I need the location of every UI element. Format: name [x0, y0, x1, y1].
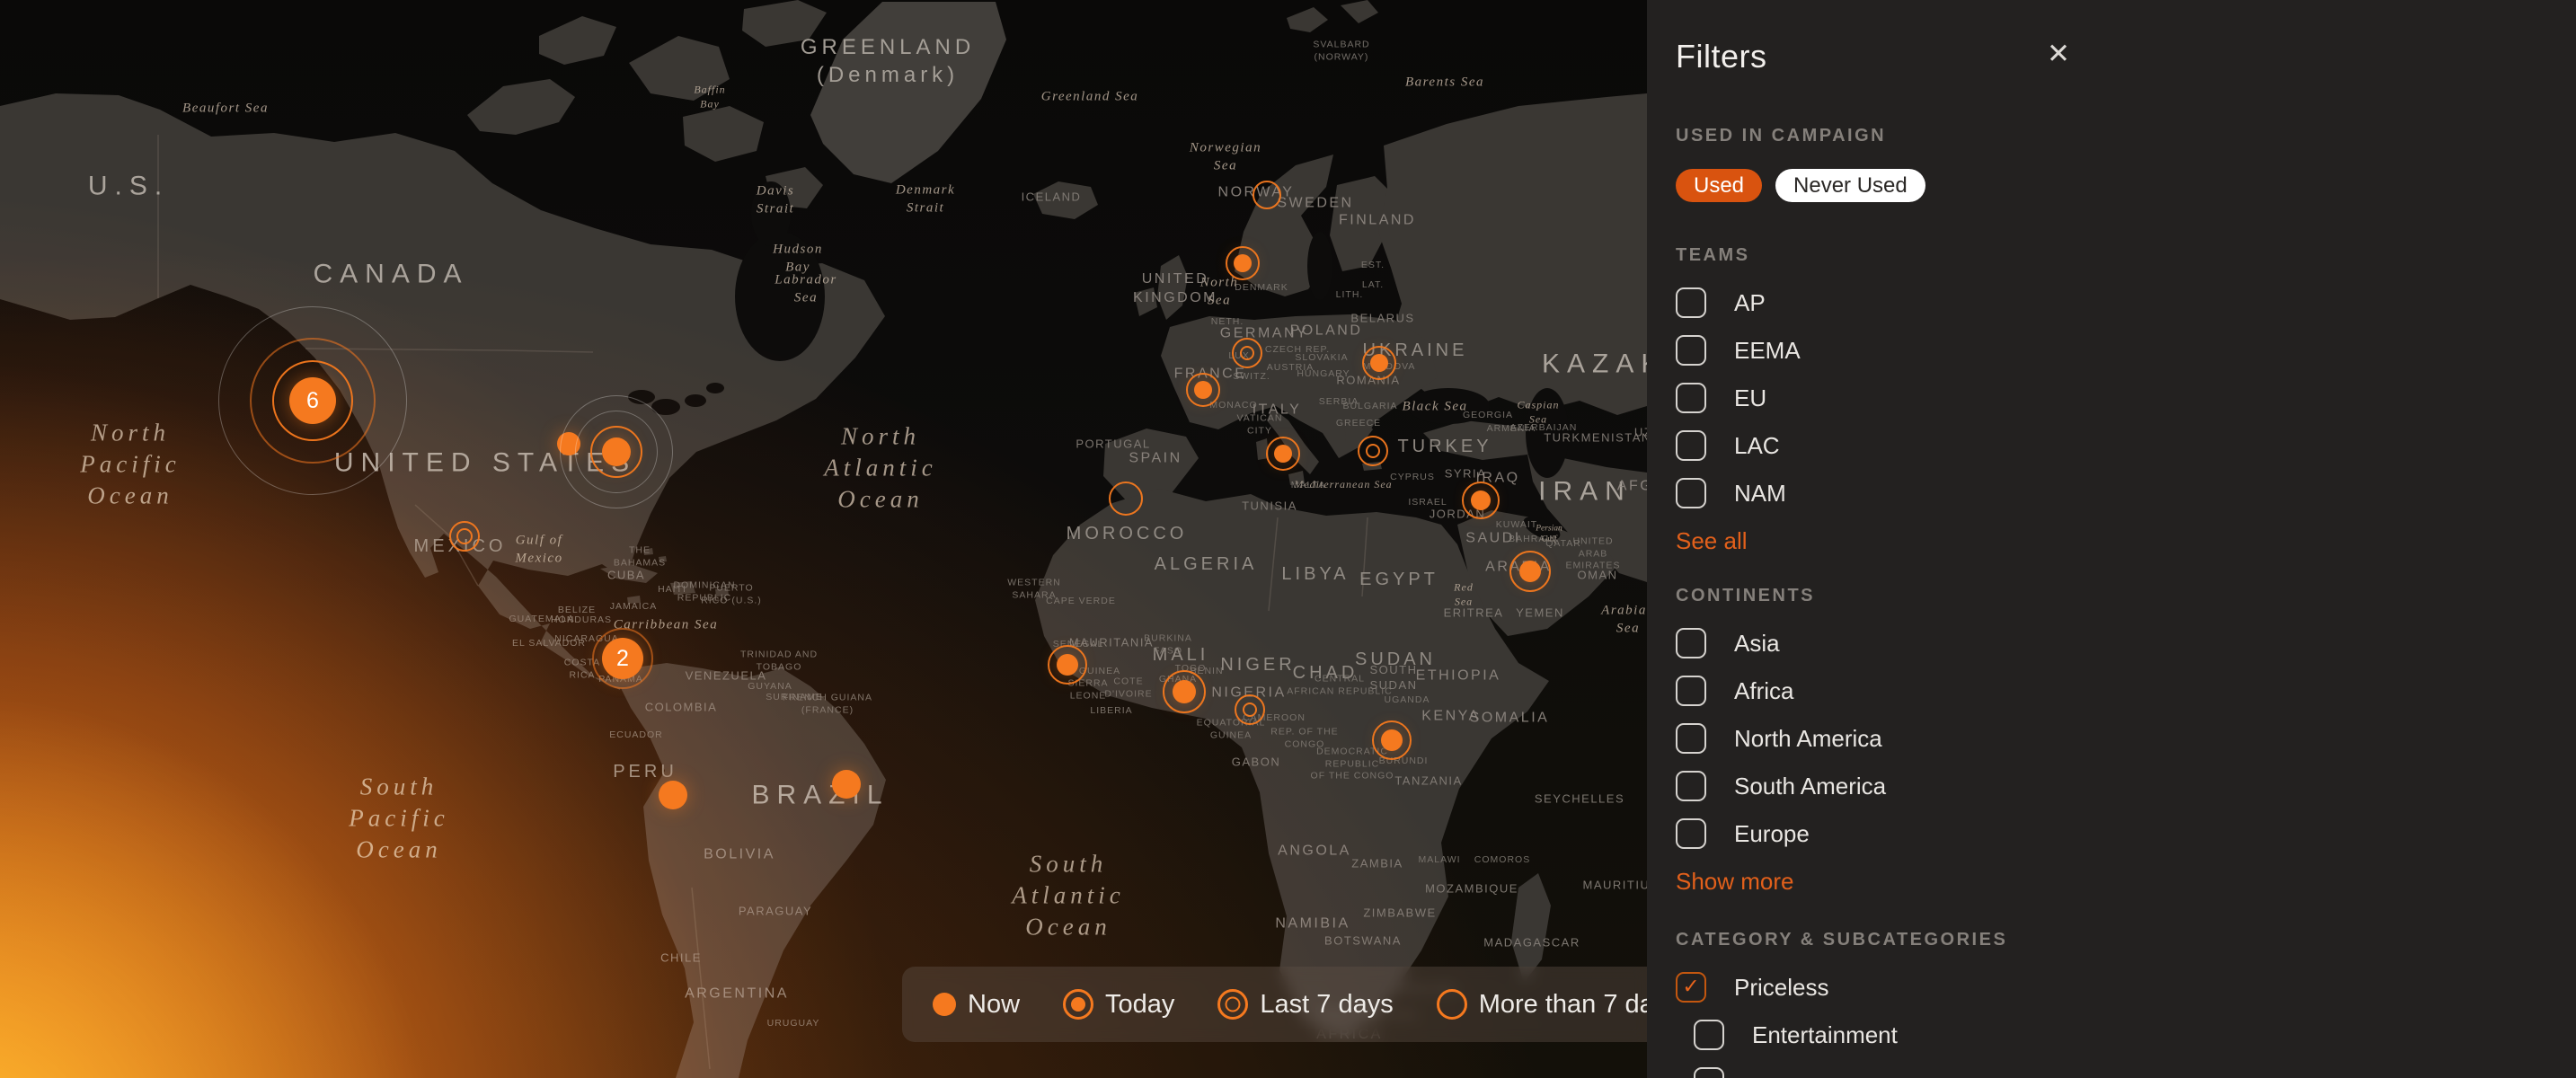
checkbox-label: AP	[1734, 289, 1766, 317]
marker-count-dot: 6	[289, 377, 336, 424]
section-header-used-in-campaign: USED IN CAMPAIGN	[1676, 126, 2084, 146]
section-header-categories: CATEGORY & SUBCATEGORIES	[1676, 930, 2084, 950]
category-row-priceless[interactable]: Priceless	[1676, 972, 2084, 1003]
team-row-ap[interactable]: AP	[1676, 287, 2084, 318]
continent-row-europe[interactable]: Europe	[1676, 818, 2084, 849]
legend-label: Now	[968, 990, 1020, 1020]
legend-label: Today	[1105, 990, 1174, 1020]
checkbox[interactable]	[1694, 1020, 1724, 1050]
continent-row-south-america[interactable]: South America	[1676, 771, 2084, 801]
marker-dot	[832, 770, 861, 799]
panel-title: Filters	[1676, 38, 2084, 75]
marker-ring	[1358, 436, 1388, 466]
last7-ring-icon	[1217, 989, 1248, 1020]
marker-dot	[1274, 445, 1292, 463]
checkbox[interactable]	[1676, 335, 1706, 366]
show-more-link[interactable]: Show more	[1676, 868, 1794, 896]
now-dot-icon	[933, 993, 956, 1016]
marker-dot	[1057, 654, 1078, 676]
used-pill-button[interactable]: Used	[1676, 169, 1762, 202]
checkbox-label: EEMA	[1734, 337, 1801, 365]
legend-item-older: More than 7 days ago	[1437, 989, 1647, 1020]
marker-dot	[659, 781, 687, 809]
checkbox-label: North America	[1734, 725, 1882, 753]
marker-dot	[1370, 354, 1388, 372]
section-header-teams: TEAMS	[1676, 245, 2084, 266]
checkbox-label: LAC	[1734, 432, 1780, 460]
world-map[interactable]: Beaufort SeaBaffin BayDavis StraitHudson…	[0, 0, 1647, 1078]
checkbox[interactable]	[1676, 723, 1706, 754]
filters-panel: Filters ✕ USED IN CAMPAIGN Used Never Us…	[1647, 0, 2576, 1078]
marker-count-dot: 2	[602, 638, 643, 679]
marker-dot	[1173, 680, 1196, 703]
see-all-link[interactable]: See all	[1676, 527, 1748, 555]
checkbox-label: South America	[1734, 773, 1886, 800]
marker-ring	[449, 521, 480, 552]
checkbox-label: Europe	[1734, 820, 1810, 848]
checkbox[interactable]	[1676, 430, 1706, 461]
checkbox[interactable]	[1676, 628, 1706, 658]
legend-label: Last 7 days	[1260, 990, 1393, 1020]
team-row-nam[interactable]: NAM	[1676, 478, 2084, 508]
checkbox-label: NAM	[1734, 480, 1786, 508]
subcategory-row-partial[interactable]	[1694, 1067, 2084, 1078]
subcategory-row-entertainment[interactable]: Entertainment	[1694, 1020, 2084, 1050]
map-markers-layer: 62	[0, 0, 1647, 1078]
checkbox-label: Asia	[1734, 630, 1780, 658]
marker-dot	[1519, 561, 1541, 582]
close-icon[interactable]: ✕	[2040, 36, 2076, 72]
checkbox[interactable]	[1676, 676, 1706, 706]
marker-dot	[1234, 254, 1252, 272]
checkbox-label: EU	[1734, 384, 1766, 412]
app-window: Beaufort SeaBaffin BayDavis StraitHudson…	[0, 0, 2576, 1078]
checkbox[interactable]	[1676, 771, 1706, 801]
checkbox[interactable]	[1676, 287, 1706, 318]
map-legend: Now Today Last 7 days More than 7 days a…	[902, 967, 1647, 1042]
marker-ring	[1235, 694, 1265, 725]
checkbox[interactable]	[1694, 1067, 1724, 1078]
team-row-eu[interactable]: EU	[1676, 383, 2084, 413]
team-row-lac[interactable]: LAC	[1676, 430, 2084, 461]
legend-item-last7: Last 7 days	[1217, 989, 1393, 1020]
section-header-continents: CONTINENTS	[1676, 586, 2084, 606]
team-row-eema[interactable]: EEMA	[1676, 335, 2084, 366]
marker-dot	[1194, 381, 1212, 399]
legend-label: More than 7 days ago	[1479, 990, 1647, 1020]
older-ring-icon	[1437, 989, 1467, 1020]
continent-row-asia[interactable]: Asia	[1676, 628, 2084, 658]
continent-row-africa[interactable]: Africa	[1676, 676, 2084, 706]
never-used-pill-button[interactable]: Never Used	[1775, 169, 1925, 202]
checkbox-label: Africa	[1734, 677, 1793, 705]
continent-row-north-america[interactable]: North America	[1676, 723, 2084, 754]
legend-item-now: Now	[933, 990, 1020, 1020]
marker-dot	[1381, 729, 1403, 751]
legend-item-today: Today	[1063, 989, 1174, 1020]
checkbox[interactable]	[1676, 383, 1706, 413]
checkbox[interactable]	[1676, 972, 1706, 1003]
marker-ring	[1253, 181, 1281, 209]
checkbox[interactable]	[1676, 818, 1706, 849]
marker-ring	[1109, 482, 1143, 516]
marker-ring	[1232, 338, 1262, 368]
marker-dot	[1471, 490, 1491, 510]
checkbox[interactable]	[1676, 478, 1706, 508]
checkbox-label: Priceless	[1734, 974, 1828, 1002]
today-dot-icon	[1063, 989, 1093, 1020]
marker-dot	[602, 437, 631, 466]
checkbox-label: Entertainment	[1752, 1021, 1898, 1049]
